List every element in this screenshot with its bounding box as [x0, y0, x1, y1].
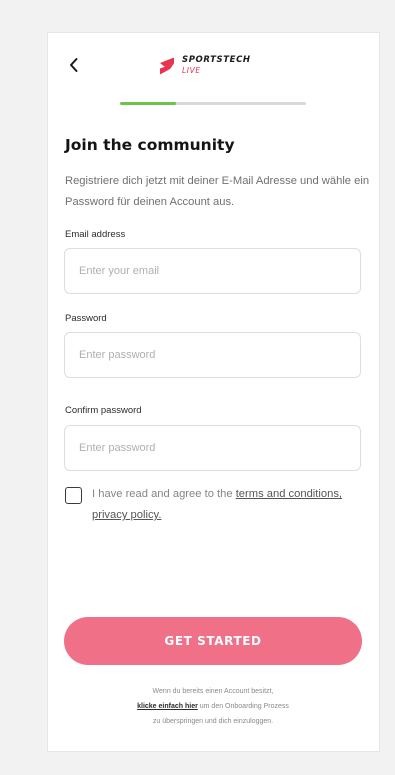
skip-onboarding-link[interactable]: klicke einfach hier: [137, 703, 198, 710]
terms-text: I have read and agree to the terms and c…: [92, 484, 354, 526]
logo-brand-text: SPORTSTECH: [182, 55, 251, 65]
onboarding-progress-bar: [120, 102, 306, 105]
login-hint-line2-rest: um den Onboarding Prozess: [197, 703, 289, 710]
login-hint: Wenn du bereits einen Account besitzt, k…: [64, 684, 362, 729]
login-hint-line3: zu überspringen und dich einzuloggen.: [152, 718, 274, 725]
chevron-left-icon: [70, 58, 78, 72]
progress-bar-fill: [120, 102, 176, 105]
email-label: Email address: [65, 229, 126, 240]
confirm-password-field[interactable]: [64, 425, 361, 471]
email-field[interactable]: [64, 248, 361, 294]
signup-card: SPORTSTECH LIVE Join the community Regis…: [47, 32, 380, 752]
terms-checkbox[interactable]: [65, 487, 82, 504]
password-label: Password: [65, 313, 107, 324]
page-title: Join the community: [65, 136, 235, 154]
confirm-password-label: Confirm password: [65, 405, 142, 416]
password-field[interactable]: [64, 332, 361, 378]
login-hint-line2: klicke einfach hier um den Onboarding Pr…: [64, 699, 362, 714]
sportstech-logo-mark: [160, 57, 174, 75]
get-started-button[interactable]: GET STARTED: [64, 617, 362, 665]
page-subtitle: Registriere dich jetzt mit deiner E-Mail…: [65, 175, 370, 208]
sportstech-live-logo: SPORTSTECH LIVE: [156, 52, 276, 82]
back-button[interactable]: [66, 55, 82, 75]
terms-prefix: I have read and agree to the: [92, 488, 236, 500]
login-hint-line1: Wenn du bereits einen Account besitzt,: [152, 688, 274, 695]
logo-live-text: LIVE: [182, 66, 201, 75]
